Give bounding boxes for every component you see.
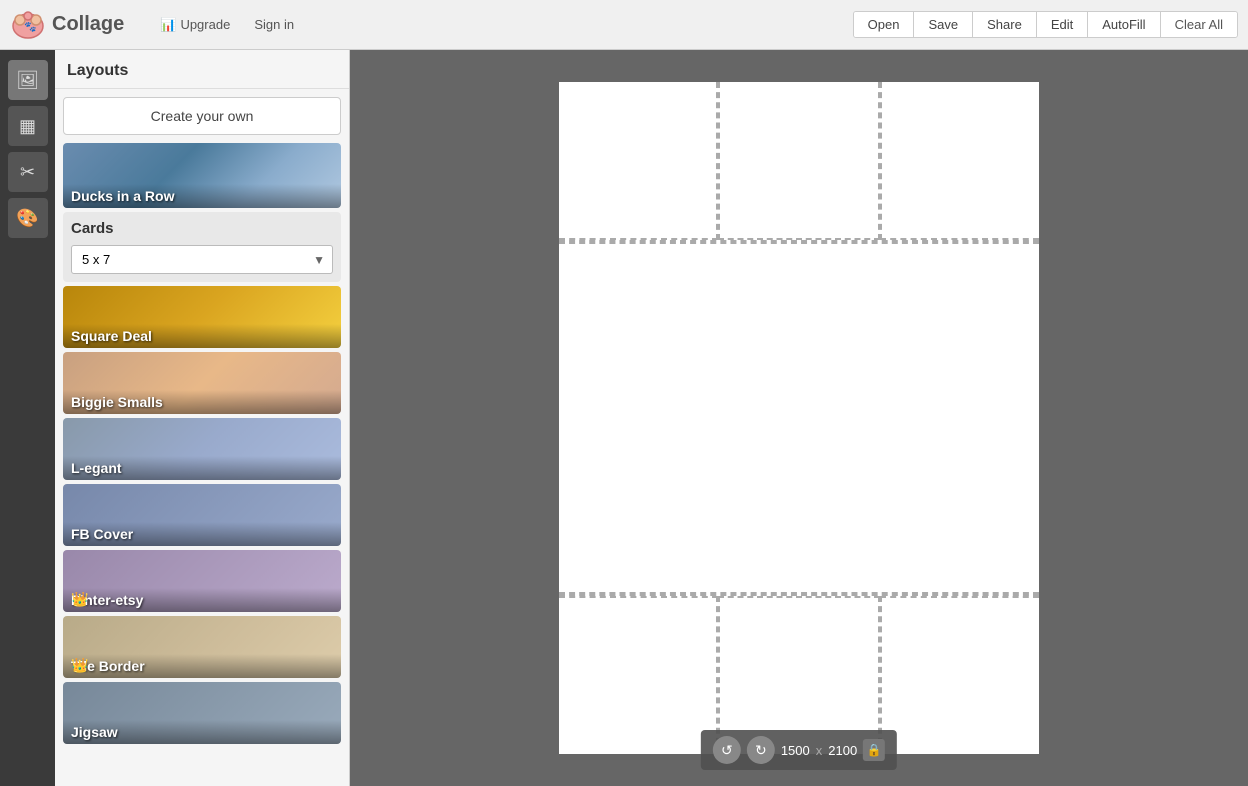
lock-icon: 🔒 bbox=[867, 743, 882, 757]
layout-label-tile-border: Tile Border bbox=[63, 654, 341, 678]
lock-button[interactable]: 🔒 bbox=[863, 739, 885, 761]
photos-icon-btn[interactable]: 🖼 bbox=[8, 60, 48, 100]
image-icon: 🖼 bbox=[16, 70, 39, 91]
layout-icon: ▦ bbox=[19, 116, 36, 137]
layouts-icon-btn[interactable]: ▦ bbox=[8, 106, 48, 146]
topbar: 🐾 Collage 📊 Upgrade Sign in Open Save Sh… bbox=[0, 0, 1248, 50]
crown-icon-pinter-etsy: 👑 bbox=[71, 591, 88, 608]
layout-item-pinter-etsy[interactable]: Pinter-etsy 👑 bbox=[63, 550, 341, 612]
save-button[interactable]: Save bbox=[914, 12, 973, 37]
cards-label: Cards bbox=[71, 220, 333, 237]
logo-icon: 🐾 bbox=[10, 10, 46, 40]
canvas-cell bbox=[559, 596, 718, 754]
sidebar-title: Layouts bbox=[55, 50, 349, 89]
canvas-cell bbox=[880, 82, 1039, 240]
logo-text: Collage bbox=[52, 13, 124, 36]
share-button[interactable]: Share bbox=[973, 12, 1037, 37]
layout-label-biggie-smalls: Biggie Smalls bbox=[63, 390, 341, 414]
layout-label-ducks-row: Ducks in a Row bbox=[63, 184, 341, 208]
signin-link[interactable]: Sign in bbox=[246, 13, 302, 36]
crown-icon-tile-border: 👑 bbox=[71, 657, 88, 674]
cards-size-select[interactable]: 4 x 8 5 x 7 6 x 8 bbox=[71, 245, 333, 274]
icon-bar: 🖼 ▦ ✂ 🎨 bbox=[0, 50, 55, 786]
open-button[interactable]: Open bbox=[854, 12, 915, 37]
layout-label-square-deal: Square Deal bbox=[63, 324, 341, 348]
canvas-width: 1500 bbox=[781, 743, 810, 758]
edit-button[interactable]: Edit bbox=[1037, 12, 1088, 37]
canvas-cell bbox=[718, 82, 879, 240]
layout-item-jigsaw[interactable]: Jigsaw bbox=[63, 682, 341, 744]
canvas-height: 2100 bbox=[828, 743, 857, 758]
create-own-button[interactable]: Create your own bbox=[63, 97, 341, 135]
canvas-cell bbox=[559, 82, 718, 240]
layout-item-square-deal[interactable]: Square Deal bbox=[63, 286, 341, 348]
svg-text:🐾: 🐾 bbox=[24, 21, 36, 33]
main-area: 🖼 ▦ ✂ 🎨 Layouts Create your own Ducks in… bbox=[0, 50, 1248, 786]
layout-item-l-egant[interactable]: L-egant bbox=[63, 418, 341, 480]
cards-dropdown-container: 4 x 8 5 x 7 6 x 8 ▼ bbox=[71, 245, 333, 274]
stickers-icon-btn[interactable]: ✂ bbox=[8, 152, 48, 192]
clear-all-button[interactable]: Clear All bbox=[1161, 12, 1237, 37]
sticker-icon: ✂ bbox=[20, 162, 35, 183]
logo-area: 🐾 Collage bbox=[10, 10, 124, 40]
cards-section: Cards 4 x 8 5 x 7 6 x 8 ▼ 4 x 8 5 x 7 6 … bbox=[63, 212, 341, 282]
paint-icon-btn[interactable]: 🎨 bbox=[8, 198, 48, 238]
autofill-button[interactable]: AutoFill bbox=[1088, 12, 1160, 37]
redo-button[interactable]: ↻ bbox=[747, 736, 775, 764]
sidebar: Layouts Create your own Ducks in a Row C… bbox=[55, 50, 350, 786]
undo-icon: ↺ bbox=[721, 742, 733, 759]
upgrade-link[interactable]: 📊 Upgrade bbox=[152, 13, 238, 37]
layout-label-jigsaw: Jigsaw bbox=[63, 720, 341, 744]
redo-icon: ↻ bbox=[755, 742, 767, 759]
canvas-top-row bbox=[559, 82, 1039, 242]
layout-label-fb-cover: FB Cover bbox=[63, 522, 341, 546]
layout-label-l-egant: L-egant bbox=[63, 456, 341, 480]
canvas-area: ↺ ↻ 1500 x 2100 🔒 bbox=[350, 50, 1248, 786]
canvas-cell bbox=[880, 596, 1039, 754]
layout-item-ducks-row[interactable]: Ducks in a Row bbox=[63, 143, 341, 208]
bottom-status-bar: ↺ ↻ 1500 x 2100 🔒 bbox=[701, 730, 897, 770]
layout-label-pinter-etsy: Pinter-etsy bbox=[63, 588, 341, 612]
canvas-separator: x bbox=[816, 743, 823, 758]
layout-item-tile-border[interactable]: Tile Border 👑 bbox=[63, 616, 341, 678]
canvas-middle-cell bbox=[559, 242, 1039, 594]
toolbar-button-group: Open Save Share Edit AutoFill Clear All bbox=[853, 11, 1238, 38]
layout-item-fb-cover[interactable]: FB Cover bbox=[63, 484, 341, 546]
sidebar-scroll[interactable]: Create your own Ducks in a Row Cards 4 x… bbox=[55, 89, 349, 786]
paint-icon: 🎨 bbox=[16, 208, 38, 229]
canvas[interactable] bbox=[559, 82, 1039, 754]
undo-button[interactable]: ↺ bbox=[713, 736, 741, 764]
layout-item-biggie-smalls[interactable]: Biggie Smalls bbox=[63, 352, 341, 414]
canvas-wrapper bbox=[559, 82, 1039, 754]
upgrade-icon: 📊 bbox=[160, 17, 176, 33]
